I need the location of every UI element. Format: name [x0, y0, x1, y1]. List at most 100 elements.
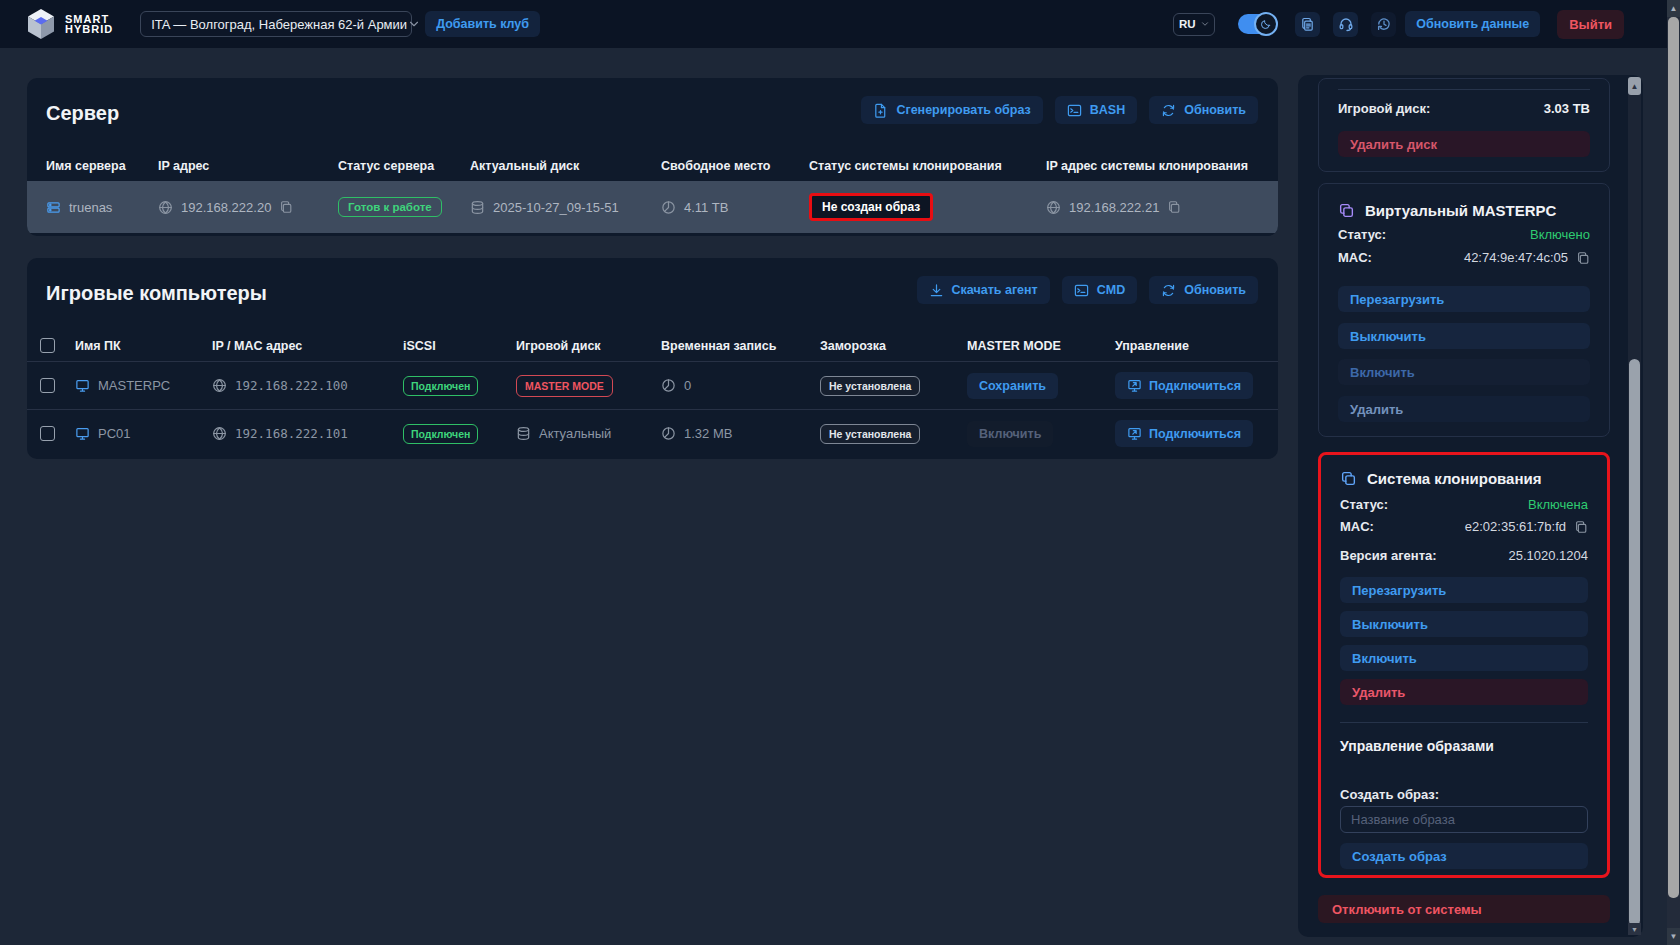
globe-icon — [158, 200, 173, 215]
server-panel: Сервер Сгенерировать образ BASH Обновить… — [27, 78, 1278, 236]
clone-shutdown-button[interactable]: Выключить — [1340, 611, 1588, 637]
refresh-icon — [1161, 283, 1176, 298]
freeze-badge: Не установлена — [820, 424, 920, 444]
moon-icon — [1254, 12, 1278, 36]
vm-status: Включено — [1530, 227, 1590, 242]
clone-poweron-button[interactable]: Включить — [1340, 645, 1588, 671]
delete-disk-button[interactable]: Удалить диск — [1338, 131, 1590, 157]
file-plus-icon — [873, 103, 888, 118]
cmd-button[interactable]: CMD — [1062, 276, 1137, 304]
sidebar-scrollbar[interactable]: ▲ ▼ — [1628, 77, 1641, 935]
pc-name: MASTERPC — [98, 378, 170, 393]
club-select[interactable]: ITA — Волгоград, Набережная 62-й Армии — [140, 11, 412, 37]
refresh-data-button[interactable]: Обновить данные — [1405, 11, 1540, 37]
master-mode-save-button[interactable]: Сохранить — [967, 373, 1058, 399]
temp-record: 0 — [684, 378, 691, 393]
theme-toggle[interactable] — [1238, 14, 1276, 34]
virtual-masterpc-card: Виртуальный MASTERPC Статус: Включено MA… — [1318, 183, 1610, 437]
clone-status-badge: Не создан образ — [809, 193, 933, 221]
freeze-badge: Не установлена — [820, 376, 920, 396]
temp-record: 1.32 MB — [684, 426, 732, 441]
pie-icon — [661, 426, 676, 441]
scroll-down-button[interactable]: ▼ — [1628, 923, 1641, 935]
server-ip: 192.168.222.20 — [181, 200, 271, 215]
logout-button[interactable]: Выйти — [1557, 10, 1624, 39]
computers-table-header: Имя ПК IP / MAC адрес iSCSI Игровой диск… — [27, 330, 1278, 361]
copy-icon[interactable] — [1167, 200, 1181, 214]
vm-mac: 42:74:9e:47:4c:05 — [1464, 250, 1568, 265]
pc-ip: 192.168.222.100 — [235, 378, 348, 393]
chevron-down-icon — [407, 17, 421, 31]
computer-row-pc01[interactable]: PC01 192.168.222.101 Подключен Актуальны… — [27, 409, 1278, 457]
scroll-up-button[interactable]: ▲ — [1628, 77, 1641, 95]
vm-card-title: Виртуальный MASTERPC — [1365, 202, 1556, 219]
divider — [1340, 722, 1588, 723]
row-checkbox[interactable] — [40, 378, 55, 393]
scrollbar-thumb[interactable] — [1629, 359, 1640, 926]
clone-delete-button[interactable]: Удалить — [1340, 679, 1588, 705]
row-checkbox[interactable] — [40, 426, 55, 441]
iscsi-status-badge: Подключен — [403, 424, 478, 444]
copy-icon[interactable] — [279, 200, 293, 214]
game-disk-value: 3.03 TB — [1544, 101, 1590, 116]
game-disk-label: Игровой диск: — [1338, 101, 1430, 116]
copy-icon[interactable] — [1574, 520, 1588, 534]
copy-icon[interactable] — [1576, 251, 1590, 265]
brand-name: SMART HYBRID — [65, 14, 113, 35]
server-table-row[interactable]: truenas 192.168.222.20 Готов к работе 20… — [27, 181, 1278, 233]
server-actual-disk: 2025-10-27_09-15-51 — [493, 200, 619, 215]
add-club-button[interactable]: Добавить клуб — [425, 11, 540, 37]
image-name-input[interactable] — [1340, 806, 1588, 833]
master-mode-enable-button[interactable]: Включить — [967, 421, 1053, 447]
clone-mac: e2:02:35:61:7b:fd — [1465, 519, 1566, 534]
history-button[interactable] — [1371, 12, 1396, 37]
globe-icon — [212, 426, 227, 441]
generate-image-button[interactable]: Сгенерировать образ — [861, 96, 1042, 124]
language-select[interactable]: RU — [1173, 13, 1215, 36]
server-panel-title: Сервер — [46, 102, 119, 125]
vm-reboot-button[interactable]: Перезагрузить — [1338, 286, 1590, 312]
pie-icon — [661, 200, 676, 215]
bash-button[interactable]: BASH — [1055, 96, 1137, 124]
scroll-down-button[interactable]: ▼ — [1667, 928, 1680, 945]
computers-refresh-button[interactable]: Обновить — [1149, 276, 1258, 304]
clone-reboot-button[interactable]: Перезагрузить — [1340, 577, 1588, 603]
computer-row-masterpc[interactable]: MASTERPC 192.168.222.100 Подключен MASTE… — [27, 361, 1278, 409]
monitor-icon — [75, 426, 90, 441]
create-image-button[interactable]: Создать образ — [1340, 843, 1588, 869]
remote-connect-icon — [1127, 378, 1142, 393]
vm-shutdown-button[interactable]: Выключить — [1338, 323, 1590, 349]
computers-panel: Игровые компьютеры Скачать агент CMD Обн… — [27, 258, 1278, 459]
support-button[interactable] — [1333, 12, 1358, 37]
select-all-checkbox[interactable] — [40, 338, 55, 353]
server-free-space: 4.11 TB — [684, 200, 728, 215]
globe-icon — [212, 378, 227, 393]
download-icon — [929, 283, 944, 298]
game-disk-label: Актуальный — [539, 426, 611, 441]
disk-icon — [516, 426, 531, 441]
computers-panel-title: Игровые компьютеры — [46, 282, 267, 305]
page-scrollbar[interactable]: ▲ ▼ — [1667, 0, 1680, 945]
vm-poweron-button[interactable]: Включить — [1338, 359, 1590, 385]
server-table-header: Имя сервера IP адрес Статус сервера Акту… — [27, 150, 1278, 181]
server-refresh-button[interactable]: Обновить — [1149, 96, 1258, 124]
remote-connect-icon — [1127, 426, 1142, 441]
globe-icon — [1046, 200, 1061, 215]
logo-cube-icon — [25, 7, 57, 41]
download-agent-button[interactable]: Скачать агент — [917, 276, 1050, 304]
iscsi-status-badge: Подключен — [403, 376, 478, 396]
navbar: SMART HYBRID ITA — Волгоград, Набережная… — [0, 0, 1667, 48]
refresh-icon — [1161, 103, 1176, 118]
disconnect-button[interactable]: Отключить от системы — [1318, 895, 1610, 923]
documents-button[interactable] — [1295, 12, 1320, 37]
terminal-icon — [1067, 103, 1082, 118]
game-disk-card: Игровой диск: 3.03 TB Удалить диск — [1318, 78, 1610, 172]
connect-button[interactable]: Подключиться — [1115, 372, 1253, 399]
scroll-up-button[interactable]: ▲ — [1667, 0, 1680, 17]
connect-button[interactable]: Подключиться — [1115, 420, 1253, 447]
disk-icon — [470, 200, 485, 215]
scrollbar-thumb[interactable] — [1668, 17, 1679, 898]
vm-delete-button[interactable]: Удалить — [1338, 396, 1590, 422]
clone-card-title: Система клонирования — [1367, 470, 1542, 487]
agent-version: 25.1020.1204 — [1508, 548, 1588, 563]
